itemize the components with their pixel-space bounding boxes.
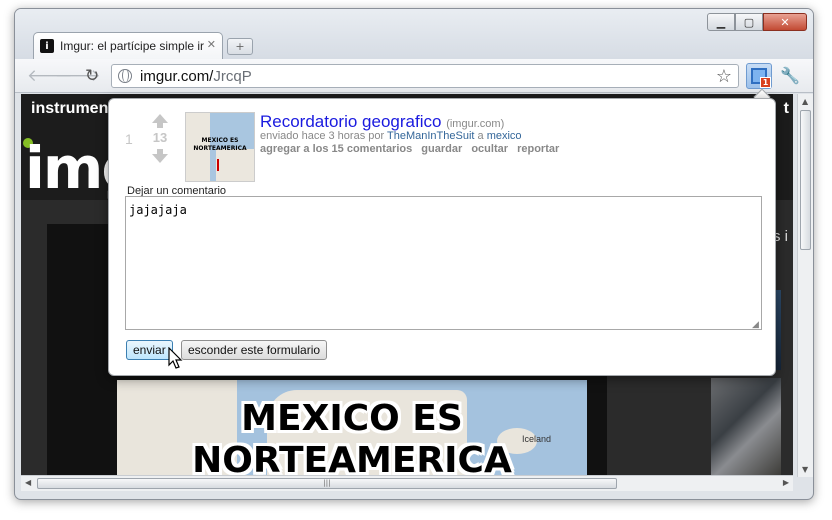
vertical-scroll-thumb[interactable] bbox=[800, 110, 811, 250]
scroll-up-icon[interactable]: ▲ bbox=[802, 97, 808, 106]
horizontal-scrollbar[interactable]: ◀ ||| ▶ bbox=[21, 475, 793, 491]
maximize-button[interactable]: ▢ bbox=[735, 13, 763, 31]
caption-line-2: NORTEAMERICA bbox=[192, 440, 512, 477]
post-score: 13 bbox=[152, 130, 168, 145]
hide-form-button[interactable]: esconder este formulario bbox=[181, 340, 328, 360]
globe-icon bbox=[118, 69, 132, 83]
meta-prefix: enviado hace 3 horas por bbox=[260, 130, 385, 142]
post-title[interactable]: Recordatorio geografico bbox=[260, 112, 441, 131]
map-pin-icon bbox=[217, 159, 221, 171]
post-meta: enviado hace 3 horas por TheManInTheSuit… bbox=[260, 130, 522, 142]
horizontal-scroll-thumb[interactable]: ||| bbox=[37, 478, 617, 489]
cursor-icon bbox=[168, 347, 183, 369]
tab-imgur[interactable]: i Imgur: el partícipe simple ir ✕ bbox=[33, 32, 223, 59]
upvote-icon[interactable] bbox=[152, 114, 168, 128]
title-bar: ▁ ▢ ✕ i Imgur: el partícipe simple ir ✕ … bbox=[15, 9, 813, 59]
scroll-left-icon[interactable]: ◀ bbox=[25, 478, 31, 487]
post-subreddit[interactable]: mexico bbox=[487, 130, 522, 142]
imgur-favicon-icon: i bbox=[40, 39, 54, 53]
caption-line-1: MEXICO ES bbox=[241, 398, 463, 439]
site-header-right[interactable]: t bbox=[784, 100, 789, 118]
map-image[interactable]: Iceland MEXICO ES NORTEAMERICA bbox=[117, 380, 587, 477]
scroll-right-icon[interactable]: ▶ bbox=[783, 478, 789, 487]
comment-textarea[interactable] bbox=[125, 196, 762, 330]
url-host: imgur.com/ bbox=[140, 67, 214, 85]
post-author[interactable]: TheManInTheSuit bbox=[387, 130, 474, 142]
thumb-land bbox=[216, 149, 254, 181]
url-path: JrcqP bbox=[213, 67, 252, 85]
tab-title: Imgur: el partícipe simple ir bbox=[60, 39, 205, 53]
meta-mid: a bbox=[477, 130, 484, 142]
post-domain[interactable]: (imgur.com) bbox=[446, 118, 504, 130]
post-actions: agregar a los 15 comentarios guardar ocu… bbox=[260, 143, 565, 155]
hide-link[interactable]: ocultar bbox=[471, 143, 508, 155]
send-button[interactable]: enviar bbox=[126, 340, 173, 360]
extension-button[interactable]: 1 bbox=[746, 63, 772, 89]
close-window-button[interactable]: ✕ bbox=[763, 13, 807, 31]
url-text[interactable]: imgur.com/JrcqP bbox=[140, 68, 252, 85]
thumbnail-text: MEXICO ES NORTEAMERICA bbox=[193, 137, 247, 152]
image-caption: MEXICO ES NORTEAMERICA bbox=[117, 398, 587, 477]
site-header-left[interactable]: instrument bbox=[31, 100, 114, 118]
address-bar[interactable]: imgur.com/JrcqP ☆ bbox=[111, 64, 739, 88]
post-thumbnail[interactable]: MEXICO ES NORTEAMERICA bbox=[185, 112, 255, 182]
save-link[interactable]: guardar bbox=[421, 143, 462, 155]
downvote-icon[interactable] bbox=[152, 149, 168, 163]
scroll-down-icon[interactable]: ▼ bbox=[802, 465, 808, 474]
extension-badge: 1 bbox=[760, 77, 771, 88]
post-title-line: Recordatorio geografico (imgur.com) bbox=[260, 112, 504, 132]
minimize-button[interactable]: ▁ bbox=[707, 13, 735, 31]
sidebar-thumbnail-bird[interactable] bbox=[711, 378, 781, 477]
wrench-icon[interactable]: 🔧 bbox=[780, 66, 800, 85]
star-icon[interactable]: ☆ bbox=[716, 66, 732, 87]
comments-link[interactable]: agregar a los 15 comentarios bbox=[260, 143, 412, 155]
tab-close-icon[interactable]: ✕ bbox=[207, 38, 216, 51]
reload-icon[interactable]: ↻ bbox=[85, 66, 99, 86]
window-controls: ▁ ▢ ✕ bbox=[707, 13, 807, 31]
post-rank: 1 bbox=[125, 131, 133, 147]
browser-toolbar: 🡐 🡒 ↻ imgur.com/JrcqP ☆ 1 🔧 bbox=[15, 59, 813, 93]
new-tab-button[interactable]: + bbox=[227, 38, 253, 55]
resize-grip-icon[interactable]: ◢ bbox=[752, 320, 759, 330]
report-link[interactable]: reportar bbox=[517, 143, 559, 155]
reddit-popup: 1 13 MEXICO ES NORTEAMERICA Recordatorio… bbox=[108, 98, 776, 376]
vertical-scrollbar[interactable]: ▲ ▼ bbox=[797, 94, 813, 477]
